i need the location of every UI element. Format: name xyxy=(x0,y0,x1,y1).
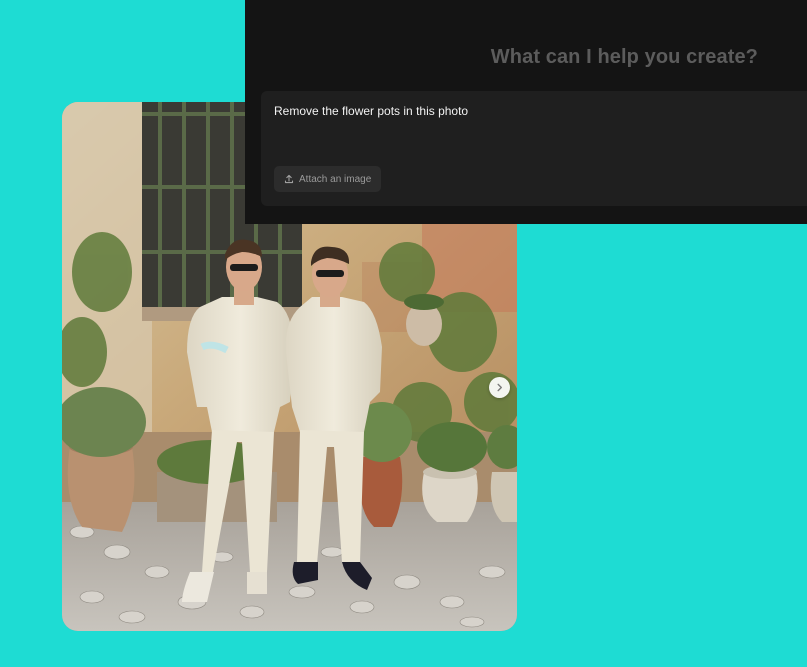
prompt-text: Remove the flower pots in this photo xyxy=(274,104,469,118)
upload-icon xyxy=(284,174,294,184)
prompt-panel: What can I help you create? Remove the f… xyxy=(245,0,807,224)
carousel-next-button[interactable] xyxy=(489,377,510,398)
attach-image-label: Attach an image xyxy=(299,173,372,185)
chevron-right-icon xyxy=(497,383,502,392)
attach-image-button[interactable]: Attach an image xyxy=(274,166,382,192)
panel-title: What can I help you create? xyxy=(490,46,758,68)
prompt-input[interactable]: Remove the flower pots in this photo Att… xyxy=(261,91,807,206)
